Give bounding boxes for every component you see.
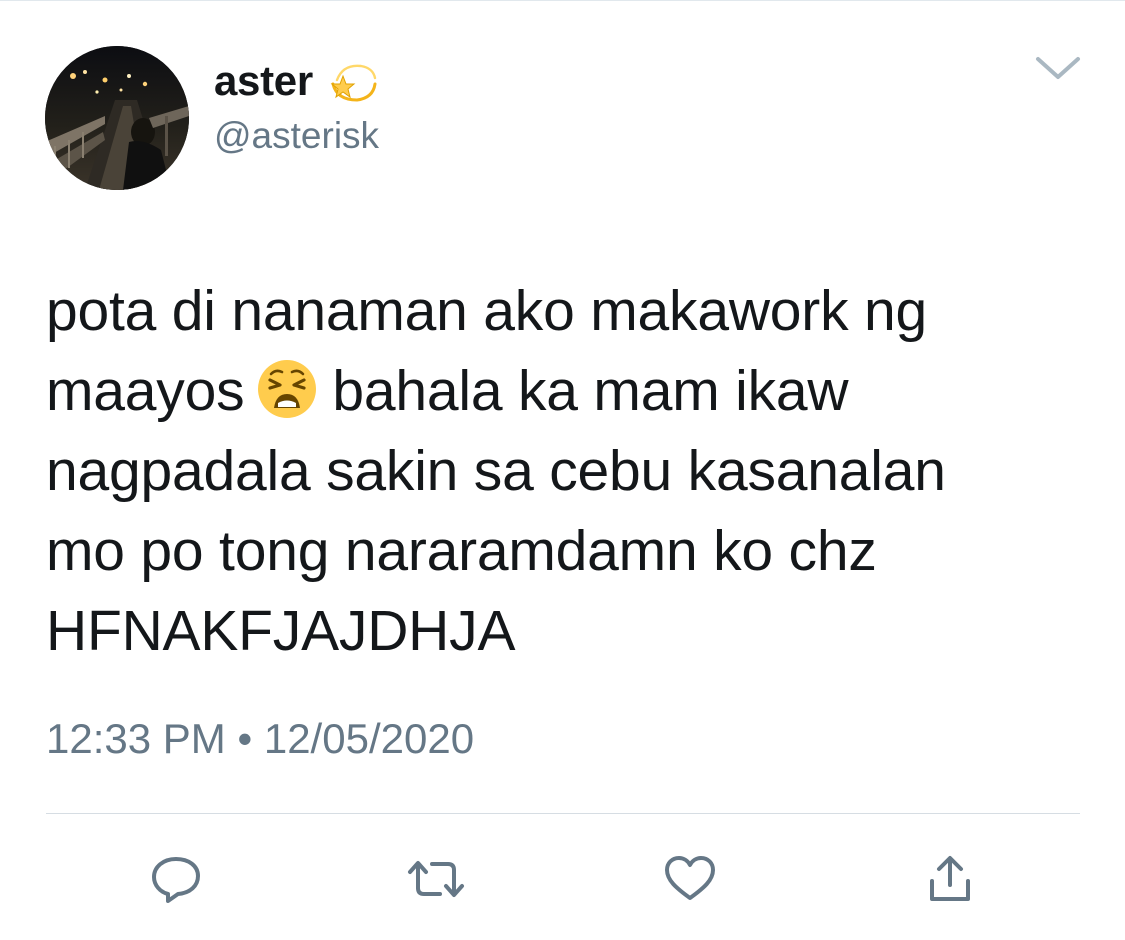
avatar[interactable] — [45, 46, 189, 190]
tweet-line: pota di nanaman ako makawork ng — [46, 279, 928, 343]
weary-face-emoji-icon — [258, 360, 317, 418]
tweet-text: pota di nanaman ako makawork ng maayos b… — [46, 271, 1066, 671]
like-icon — [665, 856, 715, 900]
dizzy-star-emoji-icon — [330, 64, 377, 102]
tweet-line: mo po tong nararamdamn ko chz — [46, 519, 877, 583]
reply-icon — [152, 857, 200, 903]
chevron-down-icon — [1036, 57, 1080, 79]
tweet-line-part: maayos — [46, 359, 245, 423]
handle[interactable]: @asterisk — [214, 115, 379, 157]
display-name[interactable]: aster — [214, 57, 313, 105]
timestamp[interactable]: 12:33 PM • 12/05/2020 — [46, 715, 474, 763]
tweet-date: 12/05/2020 — [263, 715, 475, 762]
like-button[interactable] — [660, 851, 720, 907]
share-button[interactable] — [920, 851, 980, 907]
timestamp-separator: • — [237, 715, 253, 762]
retweet-button[interactable] — [406, 851, 466, 907]
tweet-time: 12:33 PM — [46, 715, 226, 762]
tweet-menu-button[interactable] — [1032, 51, 1084, 87]
divider — [46, 813, 1080, 814]
tweet-line-part: bahala ka mam ikaw — [332, 359, 849, 423]
tweet-card: aster @asterisk pota di nanaman ako maka… — [0, 0, 1125, 940]
tweet-line: nagpadala sakin sa cebu kasanalan — [46, 439, 946, 503]
share-icon — [930, 856, 970, 901]
reply-button[interactable] — [146, 851, 206, 907]
tweet-line-with-emoji: maayos bahala ka mam ikaw — [46, 351, 1066, 431]
display-name-row: aster — [214, 53, 381, 109]
tweet-line: HFNAKFJAJDHJA — [46, 599, 516, 663]
retweet-icon — [408, 861, 464, 897]
